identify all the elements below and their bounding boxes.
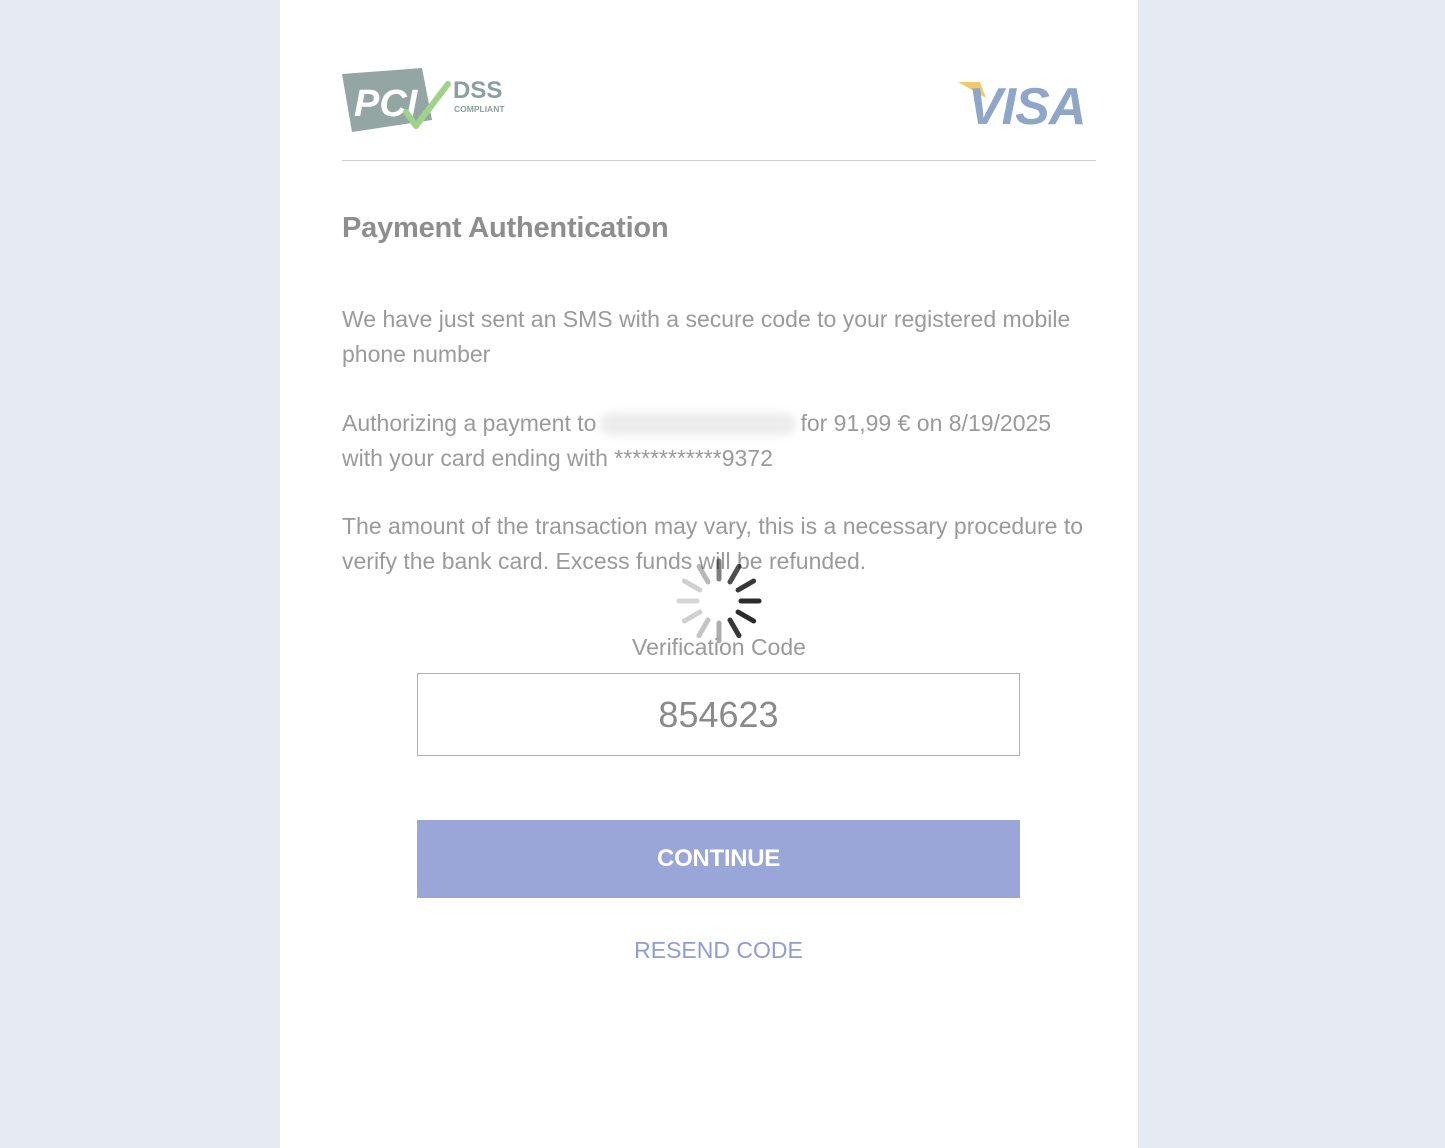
authorization-prefix: Authorizing a payment to xyxy=(342,410,597,436)
payment-card: PCI DSS COMPLIANT VISA Payment Authentic… xyxy=(280,0,1138,1148)
svg-text:COMPLIANT: COMPLIANT xyxy=(454,104,505,114)
resend-code-link[interactable]: RESEND CODE xyxy=(417,937,1020,964)
sms-message: We have just sent an SMS with a secure c… xyxy=(342,306,1071,367)
pci-dss-logo-icon: PCI DSS COMPLIANT xyxy=(342,68,505,132)
card-ending-text: with your card ending with ************9… xyxy=(342,445,773,471)
verification-code-label: Verification Code xyxy=(632,634,806,660)
header-divider xyxy=(342,160,1096,161)
spinner-spoke xyxy=(681,609,703,624)
verification-code-input[interactable] xyxy=(417,673,1020,756)
authorization-details: Authorizing a payment to for 91,99 € on 8… xyxy=(342,406,1102,476)
spinner-spoke xyxy=(696,563,711,585)
svg-text:DSS: DSS xyxy=(453,77,502,104)
loading-spinner-icon xyxy=(676,558,762,644)
header: PCI DSS COMPLIANT VISA xyxy=(342,60,1096,160)
spinner-spoke xyxy=(681,578,703,593)
page-title: Payment Authentication xyxy=(342,212,669,244)
spinner-spoke xyxy=(735,578,757,593)
continue-button[interactable]: CONTINUE xyxy=(417,820,1020,898)
authorization-amount: for 91,99 € on 8/19/2025 xyxy=(800,410,1052,436)
visa-logo-icon: VISA xyxy=(958,78,1086,130)
redacted-merchant-name xyxy=(600,413,797,435)
spinner-spoke xyxy=(735,609,757,624)
spinner-spoke xyxy=(727,563,742,585)
svg-text:VISA: VISA xyxy=(968,78,1085,130)
